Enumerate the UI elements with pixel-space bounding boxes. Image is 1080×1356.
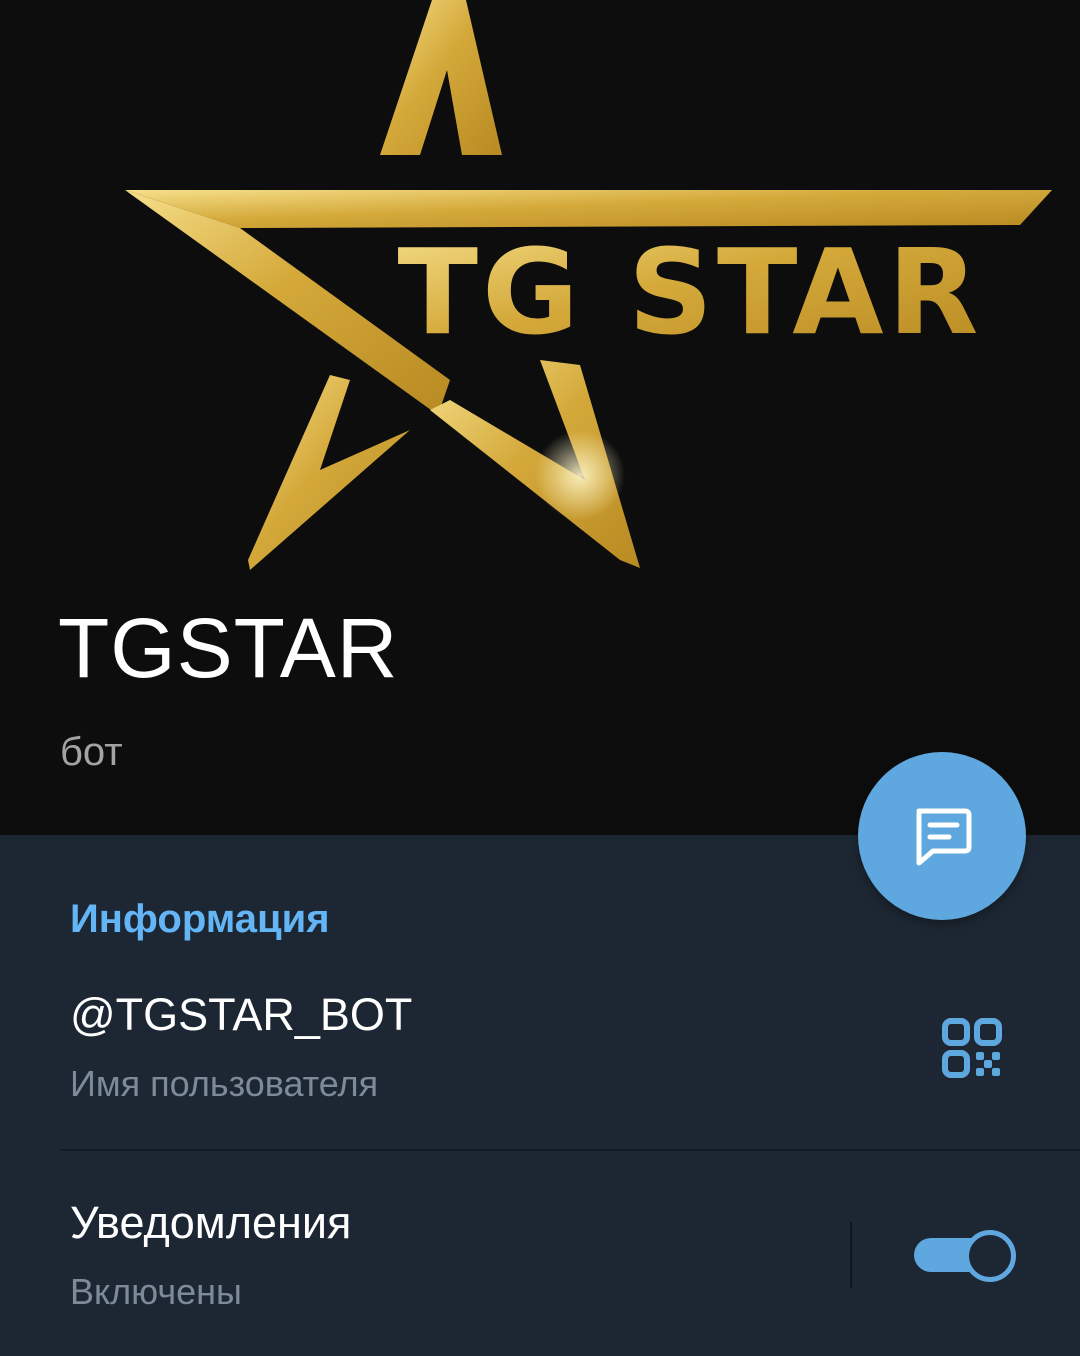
message-icon — [916, 808, 972, 866]
notifications-toggle[interactable] — [914, 1230, 1016, 1282]
profile-header: TG STAR TGSTAR бот — [0, 0, 1080, 835]
divider — [60, 1149, 1080, 1151]
toggle-knob — [964, 1230, 1016, 1282]
qr-code-button[interactable] — [940, 1016, 1004, 1080]
username-label: Имя пользователя — [70, 1063, 379, 1104]
section-title-info: Информация — [70, 897, 330, 941]
notifications-status: Включены — [70, 1271, 242, 1312]
notifications-title: Уведомления — [70, 1197, 352, 1248]
profile-status: бот — [60, 730, 123, 774]
qr-code-icon — [942, 1018, 1002, 1078]
username-value: @TGSTAR_BOT — [70, 989, 413, 1040]
send-message-button[interactable] — [858, 752, 1026, 920]
logo-text: TG STAR — [398, 223, 983, 361]
vertical-separator — [850, 1222, 852, 1288]
profile-name: TGSTAR — [58, 601, 399, 695]
tgstar-logo: TG STAR — [125, 0, 1052, 570]
